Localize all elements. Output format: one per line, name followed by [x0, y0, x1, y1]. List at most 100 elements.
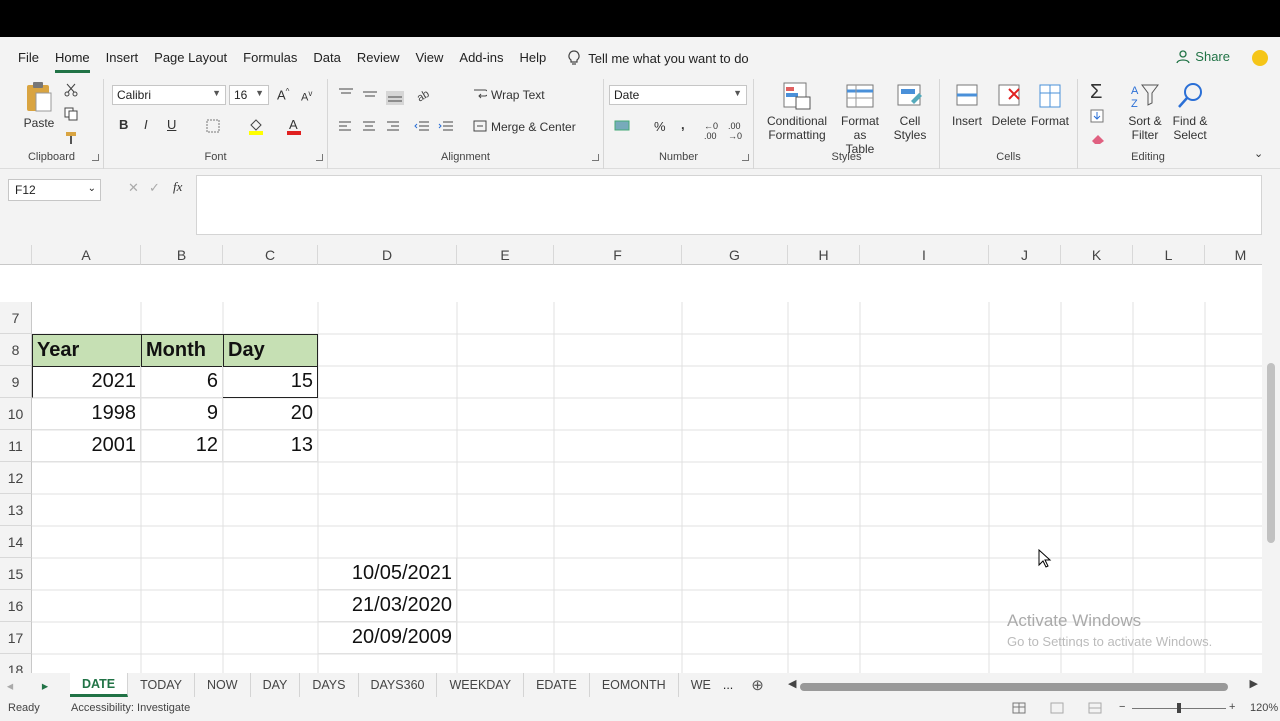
- collapse-ribbon-icon[interactable]: ⌄: [1254, 147, 1263, 160]
- decrease-decimal-icon[interactable]: .00 →0: [728, 121, 742, 141]
- fill-down-icon[interactable]: [1090, 109, 1106, 125]
- italic-button[interactable]: I: [144, 117, 148, 132]
- font-launcher-icon[interactable]: [316, 154, 323, 161]
- cell-A8[interactable]: Year: [32, 334, 142, 367]
- decrease-font-icon[interactable]: Av: [301, 89, 312, 104]
- cell-A10[interactable]: 1998: [32, 398, 141, 430]
- row-header[interactable]: 8: [0, 334, 32, 366]
- name-box[interactable]: F12 ⌄: [8, 179, 101, 201]
- fill-color-icon[interactable]: [248, 117, 264, 135]
- cell-B9[interactable]: 6: [141, 366, 223, 398]
- share-button[interactable]: Share: [1176, 49, 1230, 64]
- sheet-tab-today[interactable]: TODAY: [128, 673, 196, 697]
- cut-icon[interactable]: [64, 83, 78, 97]
- sort-filter-button[interactable]: AZ Sort & Filter: [1124, 81, 1166, 142]
- tell-me-box[interactable]: Tell me what you want to do: [568, 50, 749, 66]
- wrap-text-icon[interactable]: [473, 87, 487, 101]
- percent-style-button[interactable]: %: [654, 119, 666, 134]
- find-select-button[interactable]: Find & Select: [1168, 81, 1212, 142]
- borders-icon[interactable]: [206, 119, 220, 133]
- column-header[interactable]: E: [457, 245, 554, 265]
- menu-review[interactable]: Review: [349, 45, 408, 71]
- vertical-scrollbar[interactable]: [1262, 245, 1280, 673]
- alignment-launcher-icon[interactable]: [592, 154, 599, 161]
- font-name-select[interactable]: Calibri ▼: [112, 85, 226, 105]
- menu-insert[interactable]: Insert: [98, 45, 147, 71]
- row-header[interactable]: 9: [0, 366, 32, 398]
- row-header[interactable]: 14: [0, 526, 32, 558]
- cell-A11[interactable]: 2001: [32, 430, 141, 462]
- format-painter-icon[interactable]: [64, 131, 78, 145]
- clipboard-launcher-icon[interactable]: [92, 154, 99, 161]
- paste-button[interactable]: Paste: [22, 81, 56, 130]
- menu-data[interactable]: Data: [305, 45, 348, 71]
- feedback-smiley-icon[interactable]: [1252, 50, 1268, 66]
- menu-formulas[interactable]: Formulas: [235, 45, 305, 71]
- sheet-tab-date[interactable]: DATE: [70, 673, 129, 697]
- column-header[interactable]: L: [1133, 245, 1205, 265]
- row-header[interactable]: 11: [0, 430, 32, 462]
- accessibility-status[interactable]: Accessibility: Investigate: [71, 702, 190, 714]
- column-header[interactable]: I: [860, 245, 989, 265]
- row-header[interactable]: 15: [0, 558, 32, 590]
- cell-D16[interactable]: 21/03/2020: [318, 590, 457, 622]
- comma-style-button[interactable]: ,: [681, 117, 685, 132]
- increase-decimal-icon[interactable]: ←0.00: [704, 121, 718, 141]
- increase-font-icon[interactable]: A^: [277, 87, 289, 102]
- menu-add-ins[interactable]: Add-ins: [451, 45, 511, 71]
- normal-view-icon[interactable]: [1012, 702, 1026, 714]
- insert-cells-button[interactable]: Insert: [948, 81, 986, 128]
- formula-input[interactable]: [196, 175, 1262, 235]
- menu-view[interactable]: View: [407, 45, 451, 71]
- bold-button[interactable]: B: [119, 117, 128, 132]
- select-all-corner[interactable]: [0, 245, 32, 265]
- column-header[interactable]: B: [141, 245, 223, 265]
- merge-center-icon[interactable]: [473, 119, 487, 133]
- underline-button[interactable]: U: [167, 117, 176, 132]
- row-header[interactable]: 12: [0, 462, 32, 494]
- decrease-indent-icon[interactable]: [414, 120, 430, 132]
- row-header[interactable]: 16: [0, 590, 32, 622]
- column-header[interactable]: H: [788, 245, 860, 265]
- row-header[interactable]: 17: [0, 622, 32, 654]
- row-header[interactable]: 10: [0, 398, 32, 430]
- column-header[interactable]: A: [32, 245, 141, 265]
- horizontal-scroll-thumb[interactable]: [800, 683, 1228, 691]
- align-right-icon[interactable]: [386, 120, 400, 132]
- menu-file[interactable]: File: [10, 45, 47, 71]
- scroll-tabs-left-icon[interactable]: ◂: [0, 678, 20, 693]
- zoom-in-icon[interactable]: +: [1229, 701, 1235, 713]
- align-center-icon[interactable]: [362, 120, 376, 132]
- sheet-tab-days360[interactable]: DAYS360: [359, 673, 438, 697]
- column-header[interactable]: J: [989, 245, 1061, 265]
- number-launcher-icon[interactable]: [742, 154, 749, 161]
- cell-B10[interactable]: 9: [141, 398, 223, 430]
- add-sheet-icon[interactable]: ⊕: [741, 676, 774, 694]
- cell-B8[interactable]: Month: [141, 334, 224, 367]
- accounting-format-icon[interactable]: [614, 119, 632, 133]
- cell-D17[interactable]: 20/09/2009: [318, 622, 457, 654]
- sheet-tab-weekday[interactable]: WEEKDAY: [437, 673, 525, 697]
- delete-cells-button[interactable]: Delete: [990, 81, 1028, 128]
- spreadsheet-grid[interactable]: A B C D E F G H I J K L M 7 8 9 10 11 12…: [0, 245, 1262, 673]
- page-layout-view-icon[interactable]: [1050, 702, 1064, 714]
- scroll-left-icon[interactable]: ◀: [788, 677, 796, 690]
- column-header[interactable]: K: [1061, 245, 1133, 265]
- copy-icon[interactable]: [64, 107, 78, 121]
- page-break-view-icon[interactable]: [1088, 702, 1102, 714]
- cancel-icon[interactable]: ✕: [128, 180, 139, 196]
- menu-home[interactable]: Home: [47, 45, 98, 73]
- column-header[interactable]: D: [318, 245, 457, 265]
- zoom-slider-thumb[interactable]: [1177, 703, 1181, 713]
- enter-icon[interactable]: ✓: [149, 180, 160, 196]
- row-header[interactable]: 18: [0, 654, 32, 673]
- font-size-select[interactable]: 16 ▼: [229, 85, 269, 105]
- scroll-right-icon[interactable]: ▶: [1250, 677, 1258, 690]
- sheet-tab-day[interactable]: DAY: [251, 673, 301, 697]
- sheet-tab-days[interactable]: DAYS: [300, 673, 359, 697]
- format-as-table-button[interactable]: Format as Table: [834, 81, 886, 156]
- cell-styles-button[interactable]: Cell Styles: [888, 81, 932, 142]
- menu-help[interactable]: Help: [511, 45, 554, 71]
- cell-A9[interactable]: 2021: [32, 366, 141, 398]
- format-cells-button[interactable]: Format: [1030, 81, 1070, 128]
